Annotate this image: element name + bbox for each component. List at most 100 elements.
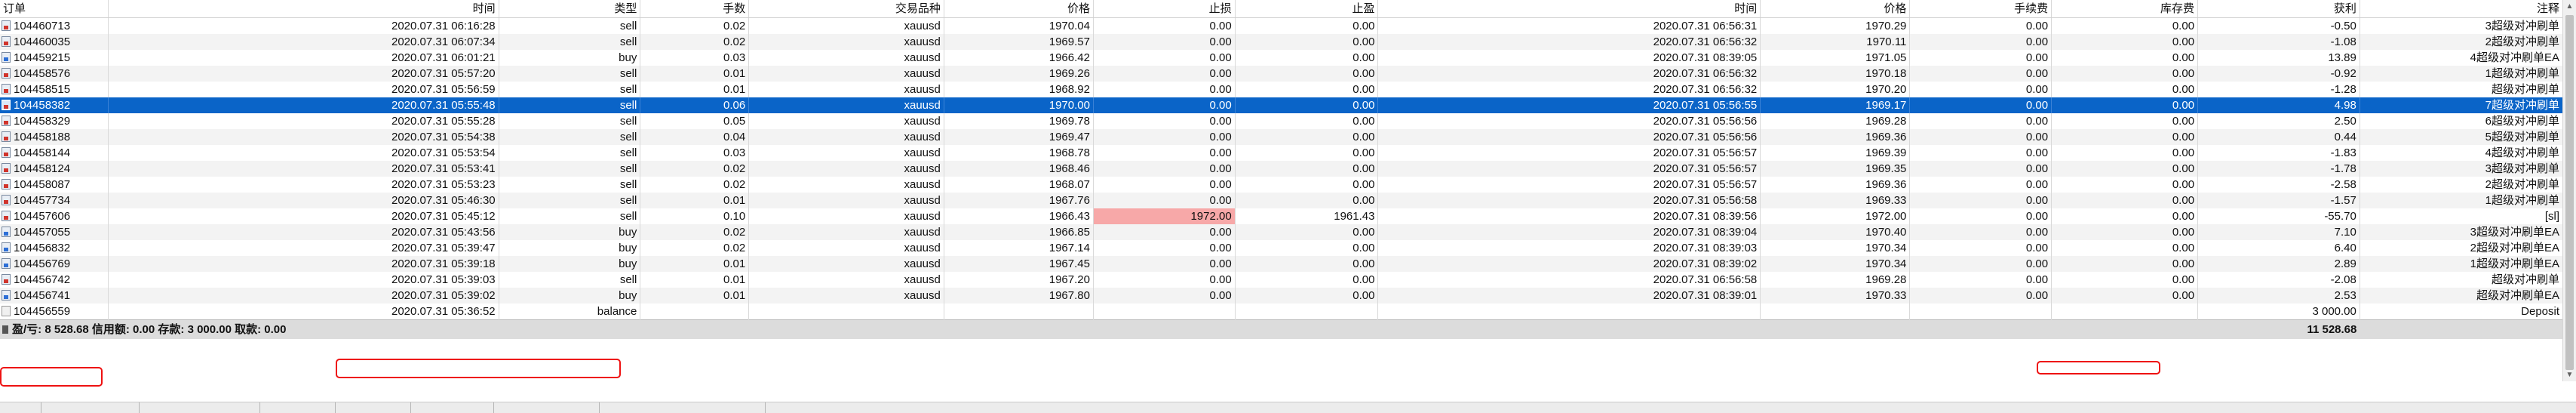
tab-3[interactable] [136,402,260,413]
cell-type: sell [499,193,641,208]
cell-tp: 0.00 [1235,17,1379,34]
order-number: 104457055 [14,226,71,239]
table-row[interactable]: 104460035 2020.07.31 06:07:34 sell 0.02 xauu… [0,34,2564,50]
cell-volume: 0.02 [640,224,750,240]
table-row[interactable]: 104458188 2020.07.31 05:54:38 sell 0.04 xauu… [0,129,2564,145]
cell-close-price: 1970.11 [1760,34,1911,50]
table-row[interactable]: 104458329 2020.07.31 05:55:28 sell 0.05 xauu… [0,113,2564,129]
cell-sl: 0.00 [1093,161,1236,177]
cell-open-price: 1966.43 [944,208,1094,224]
cell-tp: 0.00 [1235,97,1379,113]
table-row[interactable]: 104458382 2020.07.31 05:55:48 sell 0.06 xauu… [0,97,2564,113]
cell-type: sell [499,145,641,161]
cell-open-price: 1968.78 [944,145,1094,161]
table-row[interactable]: 104456741 2020.07.31 05:39:02 buy 0.01 xauus… [0,288,2564,304]
cell-tp: 0.00 [1235,161,1379,177]
col-header-profit[interactable]: 获利 [2197,0,2360,18]
scroll-up-arrow-icon[interactable]: ▲ [2563,0,2576,13]
cell-type: sell [499,208,641,224]
summary-empty-cell [2360,319,2563,339]
table-row[interactable]: 104459215 2020.07.31 06:01:21 buy 0.03 xauus… [0,50,2564,66]
cell-order: 104458087 [0,177,109,193]
scroll-down-arrow-icon[interactable]: ▼ [2563,368,2576,381]
cell-profit: -1.08 [2197,34,2360,50]
cell-commission: 0.00 [1909,224,2053,240]
summary-total: 11 528.68 [2197,319,2360,339]
cell-close-price: 1969.36 [1760,129,1911,145]
cell-symbol: xauusd [748,97,944,113]
table-row[interactable]: 104458144 2020.07.31 05:53:54 sell 0.03 xauu… [0,145,2564,161]
cell-symbol: xauusd [748,288,944,304]
cell-open-price: 1967.76 [944,193,1094,208]
col-header-comment[interactable]: 注释 [2360,0,2564,18]
cell-sl: 0.00 [1093,177,1236,193]
tab-5[interactable] [332,402,411,413]
col-header-close-time[interactable]: 时间 [1377,0,1761,18]
cell-open-price: 1968.46 [944,161,1094,177]
tab-7[interactable] [490,402,600,413]
tab-2[interactable] [38,402,140,413]
cell-order: 104456559 [0,304,109,320]
sell-order-icon [2,68,11,79]
cell-commission: 0.00 [1909,50,2053,66]
cell-commission: 0.00 [1909,177,2053,193]
cell-commission: 0.00 [1909,129,2053,145]
tab-6[interactable] [407,402,494,413]
cell-sl: 0.00 [1093,272,1236,288]
table-row[interactable]: 104456832 2020.07.31 05:39:47 buy 0.02 xauus… [0,240,2564,256]
col-header-tp[interactable]: 止盈 [1235,0,1379,18]
vertical-scrollbar[interactable]: ▲ ▼ [2562,0,2576,381]
table-row[interactable]: 104458576 2020.07.31 05:57:20 sell 0.01 xauu… [0,66,2564,82]
col-header-type[interactable]: 类型 [499,0,641,18]
cell-symbol: xauusd [748,208,944,224]
cell-profit: -0.50 [2197,17,2360,34]
table-row[interactable]: 104458087 2020.07.31 05:53:23 sell 0.02 xauu… [0,177,2564,193]
col-header-sl[interactable]: 止损 [1093,0,1236,18]
cell-close-time: 2020.07.31 08:39:03 [1377,240,1761,256]
cell-order: 104460035 [0,34,109,50]
col-header-close-price[interactable]: 价格 [1760,0,1911,18]
cell-open-price: 1966.42 [944,50,1094,66]
sell-order-icon [2,163,11,174]
cell-comment: 2超级对冲刷单 [2360,177,2564,193]
table-row[interactable]: 104458515 2020.07.31 05:56:59 sell 0.01 xauu… [0,82,2564,97]
tab-4[interactable] [256,402,336,413]
cell-profit: 3 000.00 [2197,304,2360,320]
col-header-swap[interactable]: 库存费 [2051,0,2199,18]
balance-order-icon [2,306,11,316]
col-header-order[interactable]: 订单 [0,0,109,18]
col-header-open-time[interactable]: 时间 [108,0,499,18]
table-row[interactable]: 104460713 2020.07.31 06:16:28 sell 0.02 xauu… [0,17,2564,34]
col-header-symbol[interactable]: 交易品种 [748,0,944,18]
table-row[interactable]: 104458124 2020.07.31 05:53:41 sell 0.02 xauu… [0,161,2564,177]
cell-open-price: 1967.14 [944,240,1094,256]
cell-close-price: 1969.28 [1760,272,1911,288]
cell-swap: 0.00 [2051,256,2199,272]
cell-swap: 0.00 [2051,208,2199,224]
table-row[interactable]: 104457606 2020.07.31 05:45:12 sell 0.10 xauu… [0,208,2564,224]
cell-close-price: 1971.05 [1760,50,1911,66]
header-row: 订单 时间 类型 手数 交易品种 价格 止损 止盈 时间 价格 手续费 库存费 … [0,0,2564,18]
col-header-volume[interactable]: 手数 [640,0,750,18]
cell-tp: 0.00 [1235,177,1379,193]
col-header-commission[interactable]: 手续费 [1909,0,2053,18]
tab-8[interactable] [596,402,766,413]
table-row[interactable]: 104457734 2020.07.31 05:46:30 sell 0.01 xauu… [0,193,2564,208]
cell-commission: 0.00 [1909,240,2053,256]
col-header-open-price[interactable]: 价格 [944,0,1094,18]
table-row[interactable]: 104457055 2020.07.31 05:43:56 buy 0.02 xauus… [0,224,2564,240]
cell-sl: 0.00 [1093,97,1236,113]
table-row[interactable]: 104456742 2020.07.31 05:39:03 sell 0.01 xauu… [0,272,2564,288]
tab-1[interactable] [0,402,41,413]
cell-sl: 0.00 [1093,82,1236,97]
cell-swap: 0.00 [2051,193,2199,208]
cell-comment: 4超级对冲刷单EA [2360,50,2564,66]
table-row[interactable]: 104456559 2020.07.31 05:36:52 balance 3 000… [0,304,2564,320]
table-row[interactable]: 104456769 2020.07.31 05:39:18 buy 0.01 xauus… [0,256,2564,272]
highlight-box-balance [336,359,621,378]
cell-commission: 0.00 [1909,145,2053,161]
order-number: 104460713 [14,20,71,32]
cell-open-time: 2020.07.31 05:36:52 [108,304,499,320]
cell-open-time: 2020.07.31 05:39:47 [108,240,499,256]
scrollbar-thumb[interactable] [2565,15,2574,370]
